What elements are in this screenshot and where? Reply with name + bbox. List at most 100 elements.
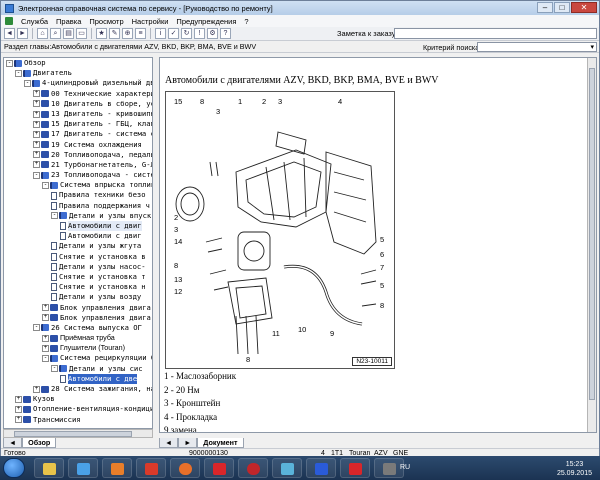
tree-item[interactable]: - 4-цилиндровый дизельный двигател xyxy=(4,78,152,88)
tree-item[interactable]: + Трансмиссия xyxy=(4,415,152,425)
language-indicator[interactable]: RU xyxy=(400,464,410,471)
expand-icon[interactable]: + xyxy=(15,395,22,403)
image-taskbar-icon[interactable] xyxy=(272,458,302,478)
expand-icon[interactable]: + xyxy=(33,385,40,393)
tab-overview[interactable]: Обзор xyxy=(22,438,57,448)
tree-item[interactable]: Детали и узлы возду xyxy=(4,292,152,302)
expand-icon[interactable]: + xyxy=(42,334,49,342)
browser-taskbar-icon[interactable] xyxy=(136,458,166,478)
tools-icon[interactable]: ⚙ xyxy=(207,28,218,39)
tree-item[interactable]: - Детали и узлы впуск xyxy=(4,211,152,221)
tree-item[interactable]: Автомобили с двиг xyxy=(4,221,152,232)
tab-document[interactable]: Документ xyxy=(197,438,244,448)
tree-item[interactable]: Детали и узлы насос- xyxy=(4,262,152,272)
collapse-icon[interactable]: - xyxy=(33,324,40,332)
tree-item[interactable]: +19 Система охлаждения xyxy=(4,140,152,150)
expand-icon[interactable]: + xyxy=(33,110,40,118)
tree-item[interactable]: + Блок управления двига xyxy=(4,313,152,323)
minimize-button[interactable]: – xyxy=(537,2,553,13)
expand-icon[interactable]: + xyxy=(33,90,40,98)
maximize-button[interactable]: □ xyxy=(554,2,570,13)
menu-settings[interactable]: Настройки xyxy=(132,17,169,26)
menu-service[interactable]: Служба xyxy=(21,17,48,26)
forward-icon[interactable]: ► xyxy=(17,28,28,39)
tree-item[interactable]: + Блок управления двига xyxy=(4,303,152,313)
expand-icon[interactable]: + xyxy=(33,151,40,159)
zoom-icon[interactable]: ⊕ xyxy=(122,28,133,39)
tree-item[interactable]: + Глушители (Touran) xyxy=(4,343,152,353)
collapse-icon[interactable]: - xyxy=(42,181,49,189)
start-button[interactable] xyxy=(3,458,25,478)
app-taskbar-icon[interactable] xyxy=(68,458,98,478)
tree-item[interactable]: +15 Двигатель - ГБЦ, клап xyxy=(4,119,152,129)
collapse-icon[interactable]: - xyxy=(51,212,58,220)
close-button[interactable]: ✕ xyxy=(571,2,597,13)
tree-item[interactable]: +10 Двигатель в сборе, ус xyxy=(4,99,152,109)
firefox-taskbar-icon[interactable] xyxy=(170,458,200,478)
expand-icon[interactable]: + xyxy=(15,416,22,424)
tree-item[interactable]: +00 Технические характеристики xyxy=(4,89,152,99)
list-icon[interactable]: ≡ xyxy=(135,28,146,39)
scroll-thumb[interactable] xyxy=(14,431,132,437)
tree-item[interactable]: Автомобили с двиг xyxy=(4,231,152,241)
print-icon[interactable]: ▤ xyxy=(63,28,74,39)
tree-item[interactable]: - 26 Система выпуска ОГ xyxy=(4,323,152,333)
tab-nav-right[interactable]: ► xyxy=(178,438,198,448)
tree-item[interactable]: - Система впрыска топлива xyxy=(4,180,152,190)
bookmark-icon[interactable]: ★ xyxy=(96,28,107,39)
app-menu-icon[interactable] xyxy=(5,17,13,25)
expand-icon[interactable]: + xyxy=(42,344,49,352)
expand-icon[interactable]: + xyxy=(42,304,49,312)
tree-item[interactable]: - 23 Топливоподача - систем xyxy=(4,170,152,180)
tree-item[interactable]: Правила техники безо xyxy=(4,190,152,200)
tab-nav-left[interactable]: ◄ xyxy=(159,438,179,448)
tree-item[interactable]: + Отопление-вентиляция-кондиционир xyxy=(4,404,152,414)
tree-item[interactable]: - Обзор xyxy=(4,58,152,68)
tree-item[interactable]: Снятие и установка т xyxy=(4,272,152,282)
scroll-thumb[interactable] xyxy=(589,68,595,400)
tree-item[interactable]: Правила поддержания ч xyxy=(4,201,152,211)
tree-item[interactable]: +13 Двигатель - кривошипн xyxy=(4,109,152,119)
tree-item[interactable]: - Двигатель xyxy=(4,68,152,78)
menu-help[interactable]: ? xyxy=(244,17,248,26)
expand-icon[interactable]: + xyxy=(42,314,49,322)
tree-item[interactable]: + Кузов xyxy=(4,394,152,404)
home-icon[interactable]: ⌂ xyxy=(37,28,48,39)
order-note-input[interactable] xyxy=(394,28,597,39)
collapse-icon[interactable]: - xyxy=(42,355,49,363)
expand-icon[interactable]: + xyxy=(33,161,40,169)
word-taskbar-icon[interactable] xyxy=(306,458,336,478)
clock[interactable]: 15:23 25.09.2015 xyxy=(557,460,592,478)
collapse-icon[interactable]: - xyxy=(24,79,31,87)
note-icon[interactable]: ✎ xyxy=(109,28,120,39)
tree-horizontal-scrollbar[interactable] xyxy=(3,429,153,438)
tree-item[interactable]: Автомобили с две xyxy=(4,373,152,385)
yandex-taskbar-icon[interactable] xyxy=(204,458,234,478)
search-icon[interactable]: ⌕ xyxy=(50,28,61,39)
tree-item[interactable]: +28 Система зажигания, на xyxy=(4,384,152,394)
tab-nav-left[interactable]: ◄ xyxy=(3,438,23,448)
tree-item[interactable]: +20 Топливоподача, педаль xyxy=(4,150,152,160)
expand-icon[interactable]: + xyxy=(15,405,22,413)
collapse-icon[interactable]: - xyxy=(51,365,58,373)
menu-edit[interactable]: Правка xyxy=(56,17,81,26)
expand-icon[interactable]: + xyxy=(33,100,40,108)
back-icon[interactable]: ◄ xyxy=(4,28,15,39)
collapse-icon[interactable]: - xyxy=(6,59,13,67)
help-icon[interactable]: ? xyxy=(220,28,231,39)
tree-item[interactable]: - Детали и узлы сис xyxy=(4,364,152,374)
explorer-taskbar-icon[interactable] xyxy=(34,458,64,478)
check-icon[interactable]: ✓ xyxy=(168,28,179,39)
tree-item[interactable]: Снятие и установка в xyxy=(4,252,152,262)
tree-item[interactable]: + Приёмная труба xyxy=(4,333,152,343)
menu-warnings[interactable]: Предупреждения xyxy=(176,17,236,26)
tree-item[interactable]: Детали и узлы жгута xyxy=(4,241,152,251)
menu-view[interactable]: Просмотр xyxy=(89,17,123,26)
opera-taskbar-icon[interactable] xyxy=(238,458,268,478)
tree-item[interactable]: Снятие и установка н xyxy=(4,282,152,292)
collapse-icon[interactable]: - xyxy=(15,69,22,77)
collapse-icon[interactable]: - xyxy=(33,171,40,179)
document-vertical-scrollbar[interactable] xyxy=(587,58,596,432)
yandex2-taskbar-icon[interactable] xyxy=(340,458,370,478)
search-criteria-select[interactable]: ▾ xyxy=(477,42,597,52)
